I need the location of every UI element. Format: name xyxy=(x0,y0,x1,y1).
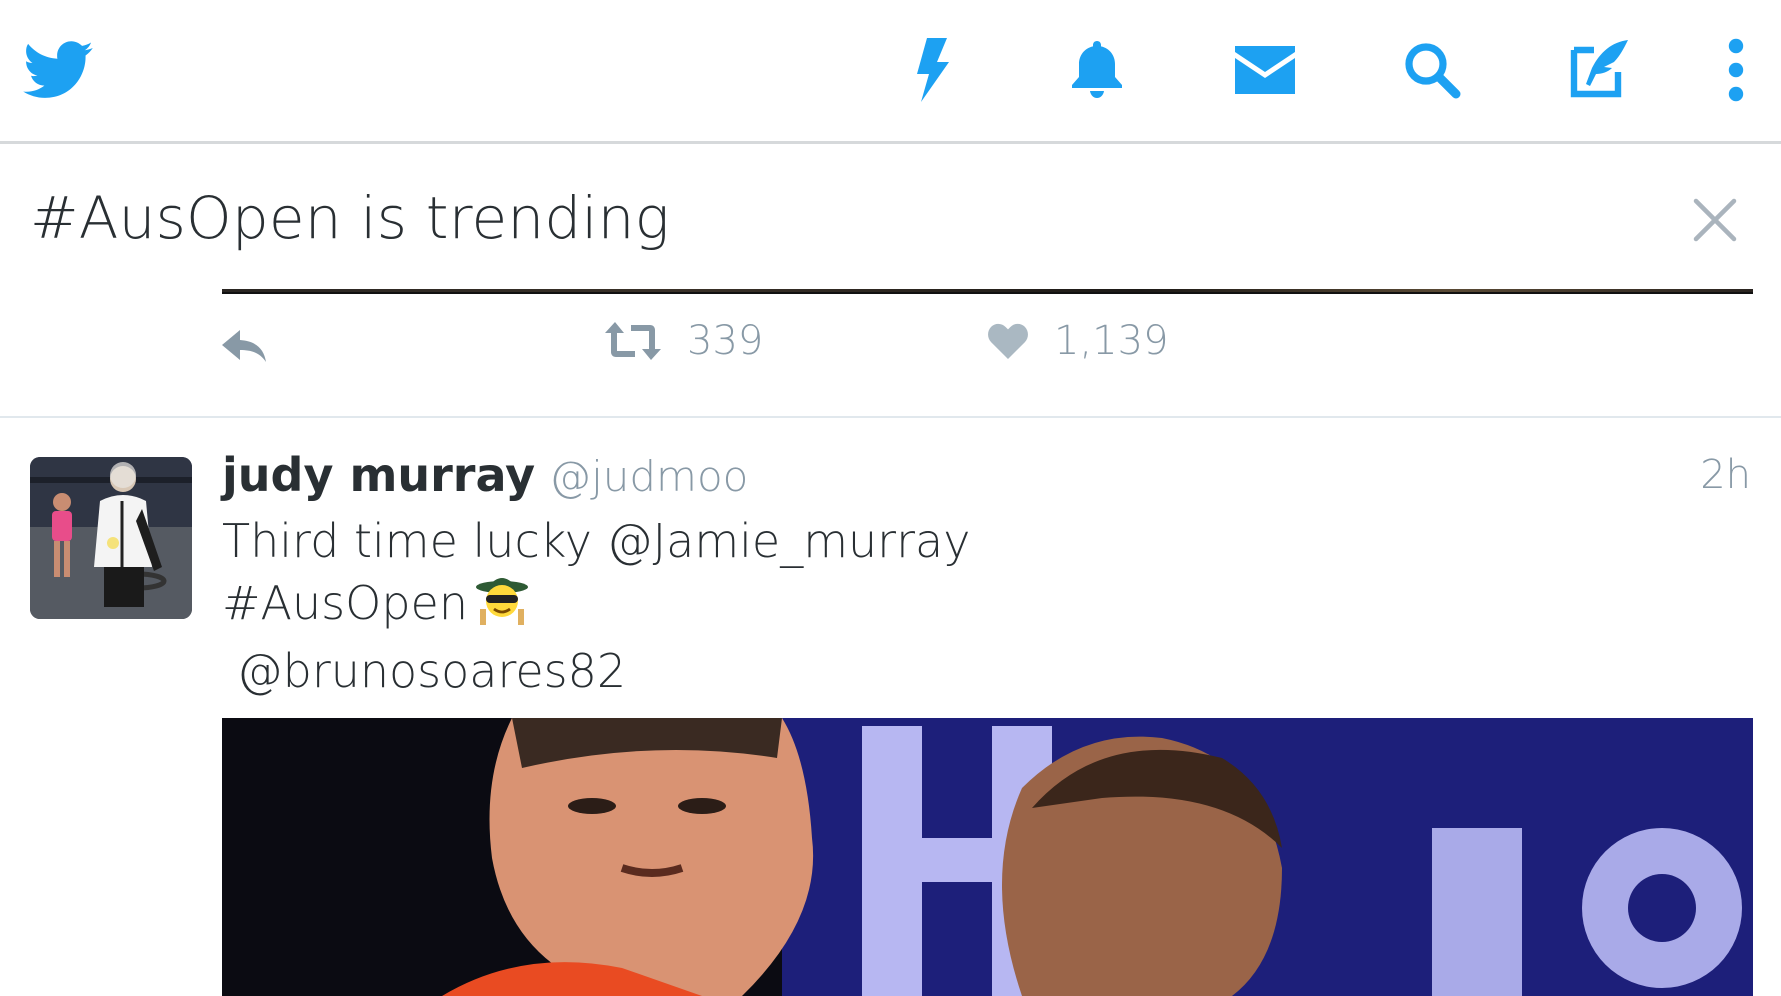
like-count: 1,139 xyxy=(1054,318,1169,364)
retweet-count: 339 xyxy=(687,318,764,364)
twitter-bird-icon[interactable] xyxy=(22,34,94,106)
top-app-bar xyxy=(0,0,1781,144)
retweet-button[interactable]: 339 xyxy=(605,318,763,364)
trend-banner: #AusOpen is trending xyxy=(0,144,1781,294)
like-button[interactable]: 1,139 xyxy=(988,318,1169,364)
timestamp[interactable]: 2h xyxy=(1700,452,1751,498)
tweet-text: Third time lucky @Jamie_murray #AusOpen … xyxy=(222,510,970,702)
tweet-photo[interactable] xyxy=(222,718,1753,996)
tweet-actions: 339 1,139 xyxy=(0,318,1781,388)
tweet-line: Third time lucky @Jamie_murray xyxy=(222,514,971,568)
reply-icon xyxy=(222,330,266,362)
more-vert-icon[interactable] xyxy=(1700,34,1772,106)
compose-icon[interactable] xyxy=(1564,34,1636,106)
bell-icon[interactable] xyxy=(1061,34,1133,106)
retweet-icon xyxy=(605,322,661,360)
tweet[interactable]: judy murray @judmoo 2h Third time lucky … xyxy=(0,418,1781,996)
divider xyxy=(222,292,1753,294)
lightning-icon[interactable] xyxy=(895,34,967,106)
heart-icon xyxy=(988,323,1028,359)
mention-link[interactable]: @brunosoares82 xyxy=(222,640,970,702)
avatar[interactable] xyxy=(30,457,192,619)
tweet-header: judy murray @judmoo xyxy=(222,448,748,502)
hashtag-link[interactable]: #AusOpen xyxy=(222,576,468,630)
detective-emoji-icon xyxy=(474,573,530,640)
reply-button[interactable] xyxy=(222,330,268,364)
user-handle[interactable]: @judmoo xyxy=(549,452,748,501)
close-icon[interactable] xyxy=(1690,195,1740,245)
tweet-line-hashtag: #AusOpen xyxy=(222,572,970,640)
trend-title: #AusOpen is trending xyxy=(30,184,670,252)
mail-icon[interactable] xyxy=(1229,34,1301,106)
display-name[interactable]: judy murray xyxy=(222,448,535,502)
search-icon[interactable] xyxy=(1396,34,1468,106)
